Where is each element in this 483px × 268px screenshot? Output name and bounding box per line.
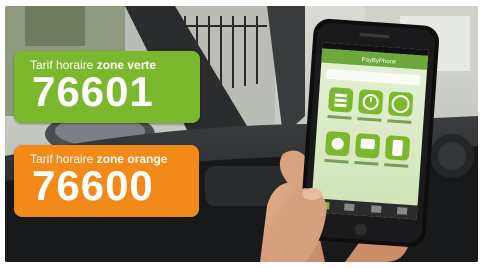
car-interior-photo: PayByPhone: [5, 6, 478, 262]
orange-zone-number: 76600: [32, 162, 154, 209]
orange-zone-card: Tarif horaire zone orange 76600: [14, 145, 199, 217]
green-zone-card: Tarif horaire zone verte 76601: [14, 51, 200, 123]
photo-frame: PayByPhone Tarif horaire zone verte 7660…: [5, 6, 478, 262]
green-zone-number: 76601: [32, 68, 154, 115]
